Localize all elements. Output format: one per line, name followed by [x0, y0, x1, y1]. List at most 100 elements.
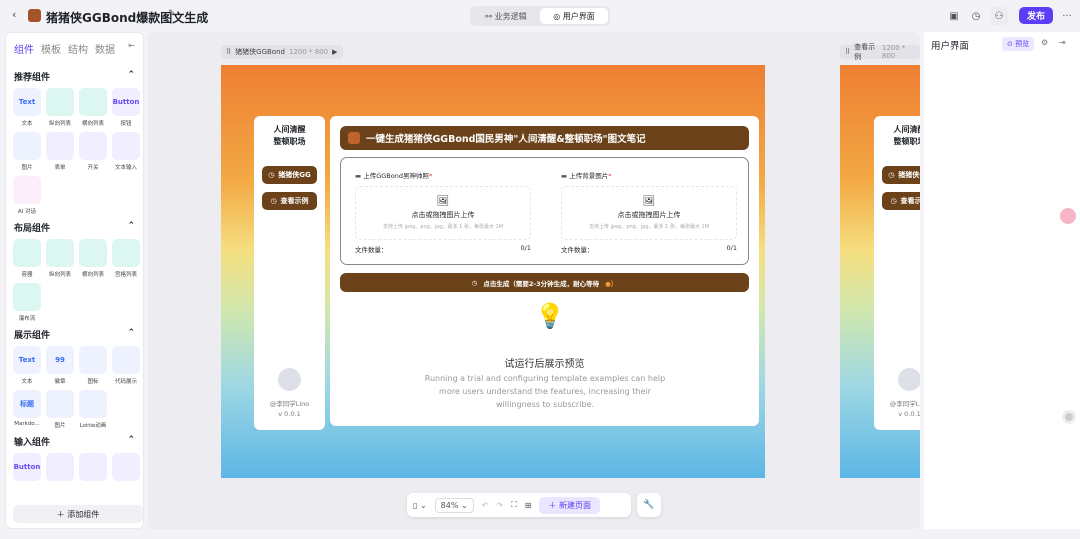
component-item[interactable]: 开关	[79, 132, 107, 171]
panel-title: 用户界面	[931, 41, 970, 52]
component-item[interactable]: Lottie动画	[79, 390, 107, 429]
component-icon: Button	[112, 88, 140, 116]
tab-user-interface[interactable]: ◎ 用户界面	[540, 8, 608, 24]
zoom-select[interactable]: 84% ⌄	[434, 497, 474, 513]
frame-label[interactable]: ⠿ 猪猪侠GGBond 1200 * 800 ▶	[221, 45, 343, 59]
component-item[interactable]	[79, 453, 107, 484]
pig-icon	[348, 132, 360, 144]
file-count: 0/1	[520, 244, 531, 252]
nav-ggbond[interactable]: ◷猪猪侠GG	[882, 166, 920, 184]
section-header[interactable]: 推荐组件 ⌃	[6, 70, 143, 83]
component-label: 瀑布流	[18, 316, 36, 322]
chevron-up-icon[interactable]: ⌃	[127, 70, 135, 83]
preview-button[interactable]: ⊙ 预览	[1002, 37, 1035, 51]
component-item[interactable]: 表单	[46, 132, 74, 171]
add-component-button[interactable]: ＋ 添加组件	[13, 505, 143, 523]
nav-examples[interactable]: ◷查看示例	[262, 192, 317, 210]
component-item[interactable]: Text 文本	[13, 88, 41, 127]
more-icon[interactable]: ···	[1058, 7, 1076, 25]
view-switch: ⚯ 业务逻辑 ◎ 用户界面	[470, 6, 610, 26]
edit-icon[interactable]: ✎	[168, 9, 176, 19]
section-header[interactable]: 布局组件 ⌃	[6, 221, 143, 234]
collaborators-icon[interactable]: ⚇	[990, 7, 1008, 25]
component-item[interactable]: Text 文本	[13, 346, 41, 385]
component-item[interactable]: 容器	[13, 239, 41, 278]
component-item[interactable]: 图标	[79, 346, 107, 385]
play-icon[interactable]: ▶	[332, 48, 337, 56]
component-item[interactable]: 横向列表	[79, 239, 107, 278]
component-grid: 容器 纵向列表 横向列表 宫格列表瀑布流	[6, 239, 143, 322]
app-brand: 人间清醒 整顿职场	[273, 125, 306, 146]
component-item[interactable]: 代码展示	[112, 346, 140, 385]
component-item[interactable]: 宫格列表	[112, 239, 140, 278]
component-item[interactable]: 图片	[46, 390, 74, 429]
preview-window-icon[interactable]: ▣	[945, 7, 963, 25]
flow-icon: ⚯	[485, 11, 495, 21]
float-toggle-icon[interactable]	[1062, 410, 1076, 424]
preview-description: Running a trial and configuring template…	[424, 374, 666, 409]
component-item[interactable]: 文本输入	[112, 132, 140, 171]
component-item[interactable]: 图片	[13, 132, 41, 171]
undo-icon[interactable]: ↶	[482, 501, 489, 510]
component-item[interactable]	[112, 453, 140, 484]
tab-components[interactable]: 组件	[14, 41, 34, 56]
component-item[interactable]: Button 按钮	[112, 88, 140, 127]
component-item[interactable]: 横向列表	[79, 88, 107, 127]
component-label: 按钮	[120, 121, 132, 127]
palette-icon: ◎	[553, 11, 563, 21]
nav-ggbond[interactable]: ◷猪猪侠GG	[262, 166, 317, 184]
app-main: 一键生成猪猪侠GGBond国民男神"人间清醒&整顿职场"图文笔记 ▬ 上传GGB…	[330, 116, 759, 426]
component-item[interactable]: 瀑布流	[13, 283, 41, 322]
back-icon[interactable]: ‹	[12, 8, 16, 21]
component-icon: Text	[13, 346, 41, 374]
nav-examples[interactable]: ◷查看示例	[882, 192, 920, 210]
component-item[interactable]: 标题 Markdo...	[13, 390, 41, 429]
collapse-panel-icon[interactable]: ⇤	[128, 41, 135, 56]
component-icon	[13, 239, 41, 267]
component-label: 开关	[87, 165, 99, 171]
chevron-up-icon[interactable]: ⌃	[127, 435, 135, 448]
drag-handle-icon[interactable]: ⠿	[226, 48, 231, 56]
component-item[interactable]: Button	[13, 453, 41, 484]
publish-button[interactable]: 发布	[1019, 7, 1053, 24]
collapse-right-icon[interactable]: ⇥	[1059, 38, 1066, 47]
app-sidebar-2: 人间清醒 整顿职场 ◷猪猪侠GG ◷查看示例 @李同学Lino v 0.0.1	[874, 116, 920, 430]
canvas[interactable]: ⠿ 猪猪侠GGBond 1200 * 800 ▶ 人间清醒 整顿职场 ◷ 猪猪侠G…	[148, 32, 920, 529]
component-item[interactable]: 纵向列表	[46, 239, 74, 278]
component-icon	[79, 88, 107, 116]
component-label: 纵向列表	[48, 272, 71, 278]
tab-business-logic[interactable]: ⚯ 业务逻辑	[472, 8, 540, 24]
component-icon	[13, 176, 41, 204]
tab-templates[interactable]: 模板	[41, 41, 61, 56]
user-avatar	[898, 368, 920, 391]
component-item[interactable]	[46, 453, 74, 484]
settings-icon[interactable]: ⚙	[1041, 38, 1048, 47]
tab-structure[interactable]: 结构	[68, 41, 88, 56]
redo-icon[interactable]: ↷	[496, 501, 503, 510]
component-label: 宫格列表	[114, 272, 137, 278]
section-header[interactable]: 展示组件 ⌃	[6, 328, 143, 341]
component-item[interactable]: 纵向列表	[46, 88, 74, 127]
component-item[interactable]: 99 徽章	[46, 346, 74, 385]
mouse-mode-icon[interactable]: ▯ ⌄	[413, 501, 427, 510]
chevron-up-icon[interactable]: ⌃	[127, 328, 135, 341]
component-grid: Button	[6, 453, 143, 484]
upload-dropzone[interactable]: 🖼 点击或拖拽图片上传 支持上传 jpeg、png、jpg，最多 1 张，每张最大 …	[355, 186, 531, 240]
component-label: 纵向列表	[48, 121, 71, 127]
tools-icon[interactable]: 🔧	[637, 493, 661, 517]
fit-screen-icon[interactable]: ⛶	[511, 500, 517, 510]
tab-data[interactable]: 数据	[95, 41, 115, 56]
user-avatar	[278, 368, 301, 391]
section-header[interactable]: 输入组件 ⌃	[6, 435, 143, 448]
grid-icon[interactable]: ⊞	[525, 501, 532, 510]
frame-label-2[interactable]: ⠿ 查看示例 1200 * 800	[840, 43, 920, 61]
component-item[interactable]: AI 对话	[13, 176, 41, 215]
history-icon[interactable]: ◷	[967, 7, 985, 25]
new-page-button[interactable]: ＋ 新建页面	[539, 496, 600, 514]
generate-button[interactable]: ◷ 点击生成（需要2-3分钟生成，耐心等待 ●）	[340, 273, 749, 292]
drag-handle-icon[interactable]: ⠿	[845, 48, 850, 56]
upload-dropzone[interactable]: 🖼 点击或拖拽图片上传 支持上传 jpeg、png、jpg，最多 1 张，每张最大 …	[561, 186, 737, 240]
assistant-icon[interactable]	[1060, 208, 1076, 224]
chevron-up-icon[interactable]: ⌃	[127, 221, 135, 234]
component-icon	[112, 453, 140, 481]
